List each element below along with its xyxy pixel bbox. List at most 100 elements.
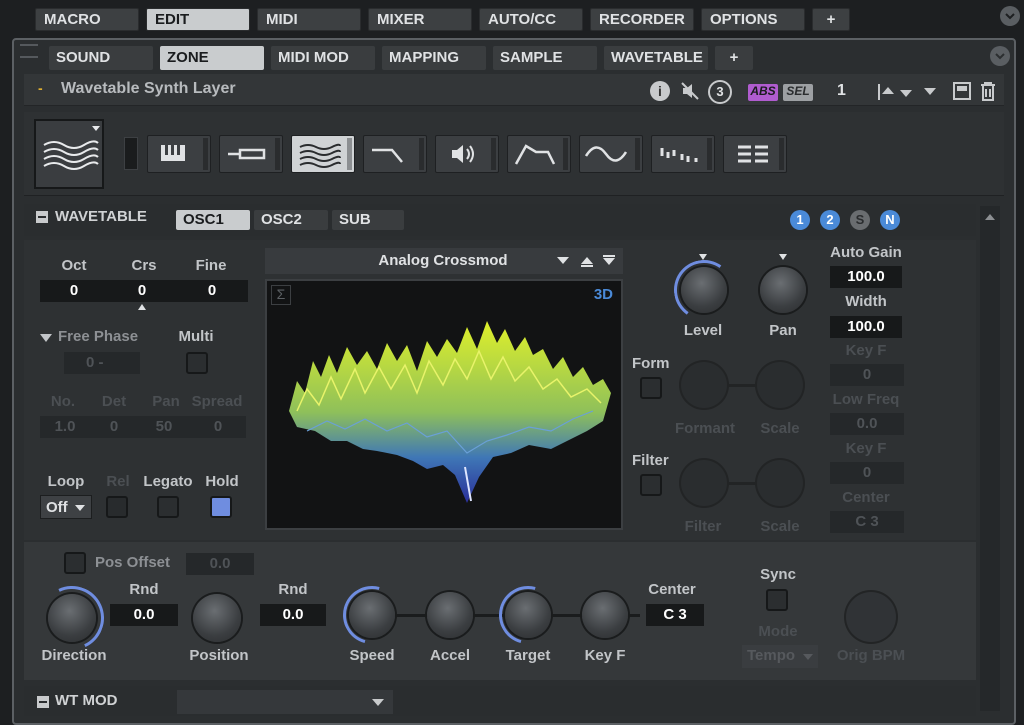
low-freq-value[interactable]: 0.0	[830, 413, 904, 435]
accel-knob[interactable]	[427, 592, 473, 638]
envelope-icon[interactable]	[507, 135, 571, 173]
tab-edit[interactable]: EDIT	[146, 8, 250, 31]
key-f-value[interactable]: 0	[830, 364, 904, 386]
loop-select[interactable]: Off	[40, 495, 92, 519]
lfo-sine-icon[interactable]	[579, 135, 643, 173]
scrollbar[interactable]	[980, 206, 1000, 711]
pan-knob[interactable]	[760, 267, 806, 313]
speed-knob[interactable]	[349, 592, 395, 638]
trash-icon[interactable]	[979, 81, 997, 101]
sel-button[interactable]: SEL	[783, 84, 813, 101]
save-icon[interactable]	[953, 82, 971, 100]
chevron-down-icon[interactable]	[1000, 6, 1020, 26]
legato-checkbox[interactable]	[157, 496, 179, 518]
scale-knob[interactable]	[757, 362, 803, 408]
rnd-value[interactable]: 0.0	[110, 604, 178, 626]
tab-midi[interactable]: MIDI	[257, 8, 361, 31]
tab-wavetable[interactable]: WAVETABLE	[604, 46, 708, 70]
key-f-label: Key F	[845, 342, 887, 359]
info-icon[interactable]: i	[650, 81, 670, 101]
pitch-glide-icon[interactable]	[219, 135, 283, 173]
module-toggle[interactable]	[124, 137, 138, 170]
key-f2-value[interactable]: 0	[830, 462, 904, 484]
position-knob[interactable]	[193, 594, 241, 642]
rel-checkbox[interactable]	[106, 496, 128, 518]
sync-checkbox[interactable]	[766, 589, 788, 611]
tab-sub[interactable]: SUB	[332, 210, 404, 230]
filter-link-line	[727, 482, 757, 485]
mute-speaker-icon[interactable]	[680, 81, 700, 101]
sub-badge[interactable]: S	[850, 210, 870, 230]
tab-sound[interactable]: SOUND	[49, 46, 153, 70]
orig-bpm-knob[interactable]	[846, 592, 896, 642]
keyboard-icon[interactable]	[147, 135, 211, 173]
tab-osc1[interactable]: OSC1	[176, 210, 250, 230]
add-tab-button[interactable]: +	[812, 8, 850, 31]
det-value[interactable]: 0	[90, 416, 138, 438]
pos-offset-value[interactable]: 0.0	[186, 553, 254, 575]
fine-value[interactable]: 0	[176, 280, 248, 302]
tab-mixer[interactable]: MIXER	[368, 8, 472, 31]
phase-value[interactable]: 0 -	[64, 352, 140, 374]
tab-mapping[interactable]: MAPPING	[382, 46, 486, 70]
filter-knob[interactable]	[681, 460, 727, 506]
tab-options[interactable]: OPTIONS	[701, 8, 805, 31]
speaker-icon[interactable]	[435, 135, 499, 173]
3d-toggle[interactable]: 3D	[594, 286, 613, 303]
filter-shape-icon[interactable]	[363, 135, 427, 173]
tab-osc2[interactable]: OSC2	[254, 210, 328, 230]
filter-scale-label: Scale	[760, 518, 800, 535]
sigma-icon[interactable]: Σ	[271, 285, 291, 305]
pan-value[interactable]: 50	[138, 416, 190, 438]
formant-knob[interactable]	[681, 362, 727, 408]
wavetable-display[interactable]: Σ 3D	[265, 279, 623, 530]
layer-number: 1	[837, 82, 846, 99]
width-label: Width	[845, 293, 887, 310]
tab-zone[interactable]: ZONE	[160, 46, 264, 70]
pos-center-value[interactable]: C 3	[646, 604, 704, 626]
nav-arrows-icon[interactable]	[876, 82, 936, 102]
free-phase-arrow-icon[interactable]	[40, 334, 52, 342]
tab-sample[interactable]: SAMPLE	[493, 46, 597, 70]
multi-checkbox[interactable]	[186, 352, 208, 374]
pos-offset-checkbox[interactable]	[64, 552, 86, 574]
preset-selector[interactable]: Analog Crossmod	[265, 248, 623, 274]
tab-auto-cc[interactable]: AUTO/CC	[479, 8, 583, 31]
add-subtab-button[interactable]: +	[715, 46, 753, 70]
tab-midi-mod[interactable]: MIDI MOD	[271, 46, 375, 70]
target-knob[interactable]	[505, 592, 551, 638]
no-value[interactable]: 1.0	[40, 416, 90, 438]
wt-mod-select[interactable]	[177, 690, 393, 714]
direction-knob[interactable]	[48, 594, 96, 642]
step-sequencer-icon[interactable]	[651, 135, 715, 173]
level-knob[interactable]	[681, 267, 727, 313]
pos-key-f-knob[interactable]	[582, 592, 628, 638]
tab-macro[interactable]: MACRO	[35, 8, 139, 31]
chevron-down-icon[interactable]	[990, 46, 1010, 66]
osc2-badge[interactable]: 2	[820, 210, 840, 230]
filter-scale-knob[interactable]	[757, 460, 803, 506]
noise-badge[interactable]: N	[880, 210, 900, 230]
center-value[interactable]: C 3	[830, 511, 904, 533]
tab-recorder[interactable]: RECORDER	[590, 8, 694, 31]
wt-mod-collapse-icon[interactable]	[37, 696, 49, 708]
auto-gain-value[interactable]: 100.0	[830, 266, 902, 288]
form-checkbox[interactable]	[640, 377, 662, 399]
mode-select[interactable]: Tempo	[742, 645, 818, 668]
osc1-badge[interactable]: 1	[790, 210, 810, 230]
spread-value[interactable]: 0	[190, 416, 246, 438]
target-icon[interactable]: 3	[708, 80, 732, 104]
hold-checkbox[interactable]	[210, 496, 232, 518]
filter-checkbox[interactable]	[640, 474, 662, 496]
list-icon[interactable]	[723, 135, 787, 173]
abs-button[interactable]: ABS	[748, 84, 778, 101]
wavetable-icon[interactable]	[291, 135, 355, 173]
width-value[interactable]: 100.0	[830, 316, 902, 338]
oct-value[interactable]: 0	[40, 280, 108, 302]
rnd2-value[interactable]: 0.0	[260, 604, 326, 626]
collapse-icon[interactable]	[36, 211, 48, 223]
crs-marker-icon	[138, 304, 146, 310]
mode-value: Tempo	[747, 647, 796, 664]
crs-value[interactable]: 0	[108, 280, 176, 302]
wavetable-type-selector[interactable]	[34, 119, 104, 189]
